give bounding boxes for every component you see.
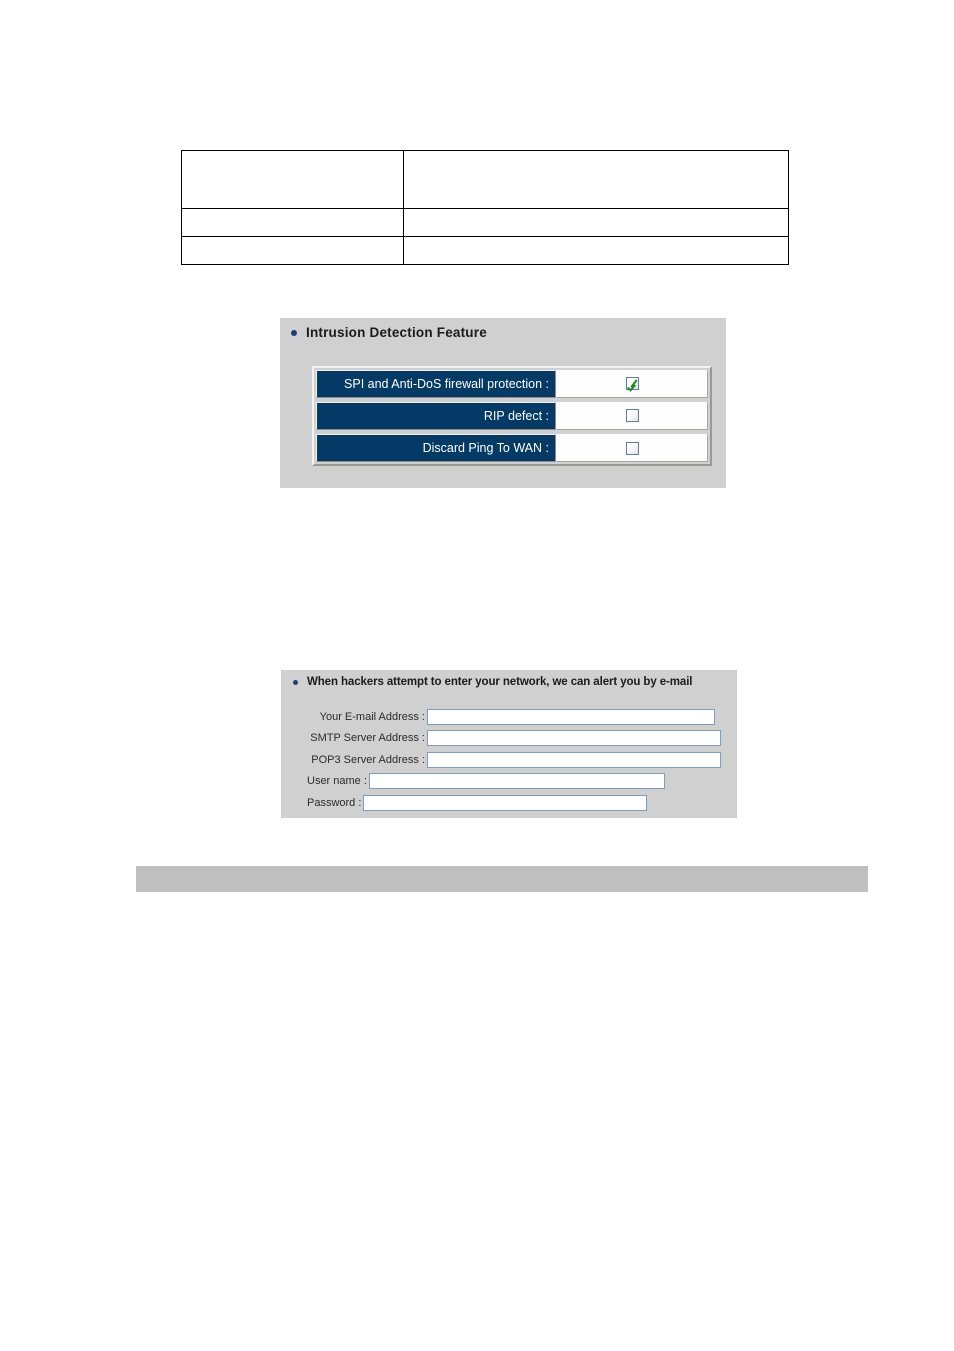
intrusion-detection-panel: Intrusion Detection Feature SPI and Anti… (280, 318, 726, 488)
document-page: Intrusion Detection Feature SPI and Anti… (0, 0, 954, 1351)
email-alert-panel: When hackers attempt to enter your netwo… (281, 670, 737, 818)
intrusion-detection-table: SPI and Anti-DoS firewall protection : R… (312, 366, 712, 467)
spec-table-label-cell (181, 208, 404, 237)
table-row (181, 208, 789, 237)
table-row: SPI and Anti-DoS firewall protection : (316, 370, 708, 399)
spi-antidos-label: SPI and Anti-DoS firewall protection : (316, 370, 556, 399)
discard-ping-wan-label: Discard Ping To WAN : (316, 434, 556, 463)
user-name-input[interactable] (368, 773, 665, 790)
spec-table-value-cell (403, 208, 789, 237)
email-address-label: Your E-mail Address : (319, 710, 425, 723)
rip-defect-label: RIP defect : (316, 402, 556, 431)
pop3-server-input[interactable] (427, 751, 721, 768)
table-row: Discard Ping To WAN : (316, 434, 708, 463)
spec-table-value-cell (403, 236, 789, 265)
table-row: RIP defect : (316, 402, 708, 431)
table-row (181, 236, 789, 265)
password-input[interactable] (363, 794, 648, 811)
spi-antidos-checkbox[interactable] (625, 377, 639, 391)
email-address-input[interactable] (427, 708, 715, 725)
user-name-label: User name : (307, 775, 367, 788)
pop3-server-label: POP3 Server Address : (311, 753, 425, 766)
password-row: Password : (307, 792, 721, 814)
email-alert-form: Your E-mail Address : SMTP Server Addres… (307, 706, 721, 814)
discard-ping-wan-checkbox[interactable] (625, 441, 639, 455)
email-address-row: Your E-mail Address : (307, 706, 721, 728)
spec-table-label-cell (181, 150, 404, 209)
spec-table-label-cell (181, 236, 404, 265)
discard-ping-wan-value-cell (556, 434, 708, 463)
spec-table-value-cell (403, 150, 789, 209)
smtp-server-input[interactable] (427, 730, 721, 747)
footer-bar (136, 866, 868, 892)
bullet-dot-icon (291, 329, 297, 336)
rip-defect-checkbox[interactable] (625, 409, 639, 423)
smtp-server-row: SMTP Server Address : (307, 728, 721, 750)
pop3-server-row: POP3 Server Address : (307, 749, 721, 771)
email-alert-heading: When hackers attempt to enter your netwo… (293, 676, 692, 688)
rip-defect-value-cell (556, 402, 708, 431)
email-alert-heading-label: When hackers attempt to enter your netwo… (307, 676, 693, 688)
user-name-row: User name : (307, 771, 721, 793)
password-label: Password : (307, 796, 362, 809)
spec-table (181, 150, 789, 265)
smtp-server-label: SMTP Server Address : (310, 732, 425, 745)
intrusion-detection-heading: Intrusion Detection Feature (291, 325, 487, 340)
bullet-dot-icon (293, 679, 298, 685)
spi-antidos-value-cell (556, 370, 708, 399)
intrusion-detection-heading-label: Intrusion Detection Feature (306, 325, 487, 340)
table-row (181, 150, 789, 209)
